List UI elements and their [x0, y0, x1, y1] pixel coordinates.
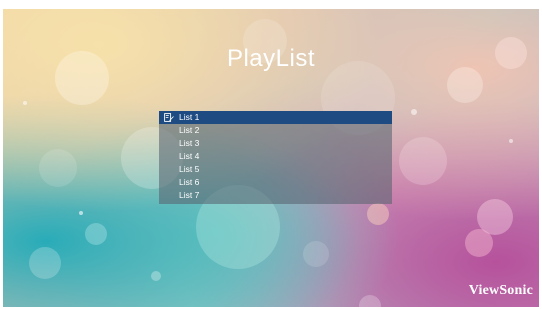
bokeh-light	[39, 149, 77, 187]
page-title: PlayList	[226, 45, 316, 72]
playlist-item-label: List 3	[179, 138, 200, 148]
playlist-item[interactable]: List 3	[159, 137, 392, 150]
bokeh-light	[151, 271, 161, 281]
playlist-item-label: List 6	[179, 177, 200, 187]
edit-document-icon	[164, 113, 174, 122]
bokeh-light	[399, 137, 447, 185]
bokeh-light	[303, 241, 329, 267]
playlist-list: List 1 List 2 List 3 List 4 List 5 List …	[159, 111, 392, 204]
playlist-item-label: List 4	[179, 151, 200, 161]
playlist-item-label: List 1	[179, 112, 200, 122]
bokeh-light	[367, 203, 389, 225]
bokeh-light	[23, 101, 27, 105]
bokeh-light	[79, 211, 83, 215]
bokeh-light	[465, 229, 493, 257]
playlist-item[interactable]: List 6	[159, 176, 392, 189]
bokeh-light	[359, 295, 381, 307]
bokeh-light	[509, 139, 513, 143]
playlist-screen: PlayList List 1 List 2 List 3 List 4 Lis…	[3, 9, 539, 307]
bokeh-light	[85, 223, 107, 245]
playlist-item[interactable]: List 2	[159, 124, 392, 137]
playlist-item-label: List 2	[179, 125, 200, 135]
playlist-item[interactable]: List 5	[159, 163, 392, 176]
bokeh-light	[411, 109, 417, 115]
bokeh-light	[29, 247, 61, 279]
playlist-item-label: List 5	[179, 164, 200, 174]
playlist-item[interactable]: List 4	[159, 150, 392, 163]
playlist-item[interactable]: List 1	[159, 111, 392, 124]
playlist-item[interactable]: List 7	[159, 189, 392, 202]
viewsonic-logo: ViewSonic	[468, 283, 533, 298]
playlist-item-label: List 7	[179, 190, 200, 200]
